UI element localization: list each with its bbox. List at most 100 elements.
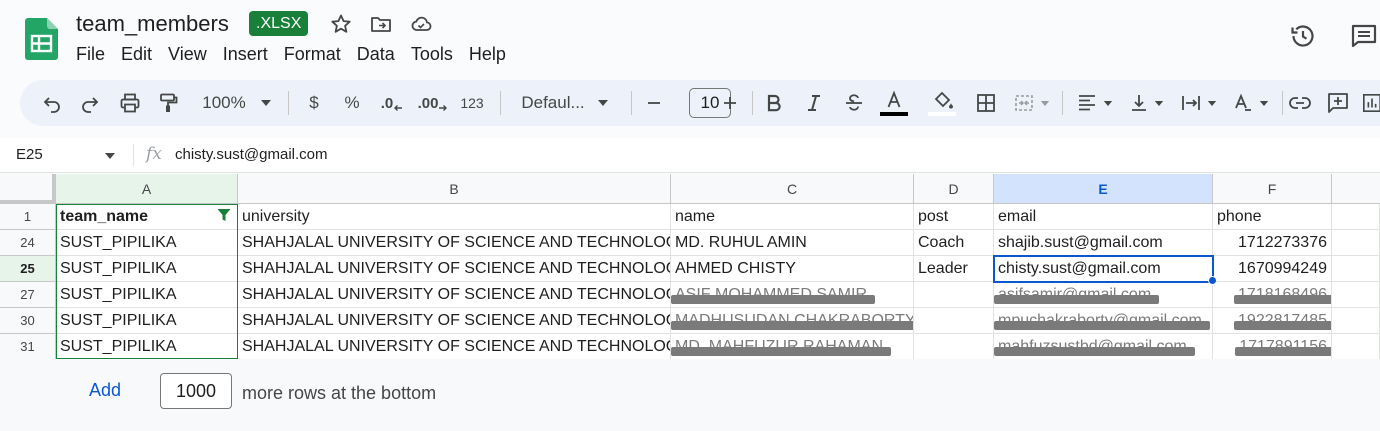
insert-link-button[interactable] bbox=[1286, 80, 1314, 126]
column-header-c[interactable]: C bbox=[671, 174, 914, 204]
strikethrough-button[interactable] bbox=[840, 80, 868, 126]
empty-cell[interactable] bbox=[1332, 204, 1380, 230]
table-cell[interactable]: SHAHJALAL UNIVERSITY OF SCIENCE AND TECH… bbox=[238, 308, 671, 334]
formula-input[interactable]: chisty.sust@gmail.com bbox=[175, 146, 327, 163]
horizontal-align-button[interactable] bbox=[1072, 80, 1118, 126]
insert-comment-button[interactable] bbox=[1324, 80, 1352, 126]
paint-format-button[interactable] bbox=[154, 80, 182, 126]
move-folder-icon[interactable] bbox=[369, 12, 393, 36]
row-header[interactable]: 27 bbox=[0, 282, 56, 308]
bold-button[interactable] bbox=[760, 80, 788, 126]
column-header-d[interactable]: D bbox=[914, 174, 994, 204]
redacted-cell[interactable]: 1922817485 bbox=[1213, 308, 1332, 334]
row-header-active[interactable]: 25 bbox=[0, 256, 56, 282]
fill-handle[interactable] bbox=[1208, 276, 1217, 285]
number-format-button[interactable]: 123 bbox=[456, 80, 488, 126]
insert-chart-button[interactable] bbox=[1362, 80, 1380, 126]
selected-cell[interactable]: chisty.sust@gmail.com bbox=[994, 256, 1213, 282]
name-box[interactable]: E25 bbox=[16, 146, 43, 163]
redacted-cell[interactable]: asifsamir@gmail.com bbox=[994, 282, 1213, 308]
header-cell[interactable]: university bbox=[238, 204, 671, 230]
redacted-cell[interactable]: MADHUSUDAN CHAKRABORTY bbox=[671, 308, 914, 334]
redo-button[interactable] bbox=[76, 80, 104, 126]
column-header-e[interactable]: E bbox=[994, 174, 1213, 204]
menu-insert[interactable]: Insert bbox=[223, 43, 276, 65]
row-header[interactable]: 24 bbox=[0, 230, 56, 256]
decrease-font-size-button[interactable] bbox=[640, 80, 668, 126]
chevron-down-icon[interactable] bbox=[104, 152, 116, 160]
header-cell[interactable]: team_name bbox=[56, 204, 238, 230]
print-button[interactable] bbox=[116, 80, 144, 126]
increase-font-size-button[interactable] bbox=[716, 80, 744, 126]
table-cell[interactable]: SHAHJALAL UNIVERSITY OF SCIENCE AND TECH… bbox=[238, 334, 671, 360]
table-cell[interactable]: SUST_PIPILIKA bbox=[56, 282, 238, 308]
font-family-select[interactable]: Defaul... bbox=[510, 80, 620, 126]
document-title[interactable]: team_members bbox=[76, 11, 229, 37]
row-header[interactable]: 1 bbox=[0, 204, 56, 230]
decrease-decimal-button[interactable]: .0 bbox=[376, 80, 408, 126]
column-header-b[interactable]: B bbox=[238, 174, 671, 204]
currency-format-button[interactable]: $ bbox=[300, 80, 328, 126]
text-rotation-button[interactable] bbox=[1228, 80, 1274, 126]
table-cell[interactable]: SHAHJALAL UNIVERSITY OF SCIENCE AND TECH… bbox=[238, 256, 671, 282]
add-rows-button[interactable]: Add bbox=[89, 380, 121, 401]
table-cell[interactable] bbox=[914, 334, 994, 360]
header-cell[interactable]: phone bbox=[1213, 204, 1332, 230]
table-cell[interactable]: 1670994249 bbox=[1213, 256, 1332, 282]
table-cell[interactable] bbox=[914, 308, 994, 334]
text-color-button[interactable] bbox=[878, 80, 910, 126]
increase-decimal-button[interactable]: .00 bbox=[416, 80, 450, 126]
vertical-align-button[interactable] bbox=[1124, 80, 1170, 126]
merge-cells-button[interactable] bbox=[1010, 80, 1054, 126]
cloud-saved-icon[interactable] bbox=[409, 12, 433, 36]
italic-button[interactable] bbox=[800, 80, 828, 126]
filter-icon[interactable] bbox=[216, 207, 232, 223]
table-cell[interactable]: 1712273376 bbox=[1213, 230, 1332, 256]
menu-format[interactable]: Format bbox=[284, 43, 349, 65]
text-wrapping-button[interactable] bbox=[1176, 80, 1222, 126]
select-all-corner[interactable] bbox=[0, 174, 56, 204]
sheets-logo-icon[interactable] bbox=[25, 18, 58, 60]
empty-cell[interactable] bbox=[1332, 308, 1380, 334]
redacted-cell[interactable]: MD. MAHFUZUR RAHAMAN bbox=[671, 334, 914, 360]
comments-icon[interactable] bbox=[1350, 22, 1378, 50]
empty-cell[interactable] bbox=[1332, 256, 1380, 282]
table-cell[interactable]: SUST_PIPILIKA bbox=[56, 334, 238, 360]
table-cell[interactable]: SHAHJALAL UNIVERSITY OF SCIENCE AND TECH… bbox=[238, 230, 671, 256]
table-cell[interactable] bbox=[914, 282, 994, 308]
header-cell[interactable]: email bbox=[994, 204, 1213, 230]
row-header[interactable]: 30 bbox=[0, 308, 56, 334]
table-cell[interactable]: Coach bbox=[914, 230, 994, 256]
table-cell[interactable]: Leader bbox=[914, 256, 994, 282]
table-cell[interactable]: SUST_PIPILIKA bbox=[56, 256, 238, 282]
version-history-icon[interactable] bbox=[1289, 22, 1317, 50]
fill-color-button[interactable] bbox=[926, 80, 958, 126]
redacted-cell[interactable]: 1717891156 bbox=[1213, 334, 1332, 360]
column-header-f[interactable]: F bbox=[1213, 174, 1332, 204]
column-header-g[interactable] bbox=[1332, 174, 1380, 204]
zoom-select[interactable]: 100% bbox=[192, 80, 282, 126]
redacted-cell[interactable]: mpuchakraborty@gmail.com bbox=[994, 308, 1213, 334]
empty-cell[interactable] bbox=[1332, 334, 1380, 360]
redacted-cell[interactable]: ASIF MOHAMMED SAMIR bbox=[671, 282, 914, 308]
menu-edit[interactable]: Edit bbox=[121, 43, 160, 65]
column-header-a[interactable]: A bbox=[56, 174, 238, 204]
menu-tools[interactable]: Tools bbox=[411, 43, 461, 65]
star-icon[interactable] bbox=[329, 12, 353, 36]
header-cell[interactable]: post bbox=[914, 204, 994, 230]
menu-view[interactable]: View bbox=[168, 43, 215, 65]
menu-file[interactable]: File bbox=[76, 43, 113, 65]
percent-format-button[interactable]: % bbox=[338, 80, 366, 126]
redacted-cell[interactable]: 1718168496 bbox=[1213, 282, 1332, 308]
table-cell[interactable]: SUST_PIPILIKA bbox=[56, 230, 238, 256]
table-cell[interactable]: SUST_PIPILIKA bbox=[56, 308, 238, 334]
menu-data[interactable]: Data bbox=[357, 43, 403, 65]
header-cell[interactable]: name bbox=[671, 204, 914, 230]
rows-count-input[interactable]: 1000 bbox=[160, 373, 232, 409]
table-cell[interactable]: SHAHJALAL UNIVERSITY OF SCIENCE AND TECH… bbox=[238, 282, 671, 308]
undo-button[interactable] bbox=[38, 80, 66, 126]
table-cell[interactable]: AHMED CHISTY bbox=[671, 256, 914, 282]
menu-help[interactable]: Help bbox=[469, 43, 514, 65]
borders-button[interactable] bbox=[972, 80, 1000, 126]
empty-cell[interactable] bbox=[1332, 282, 1380, 308]
